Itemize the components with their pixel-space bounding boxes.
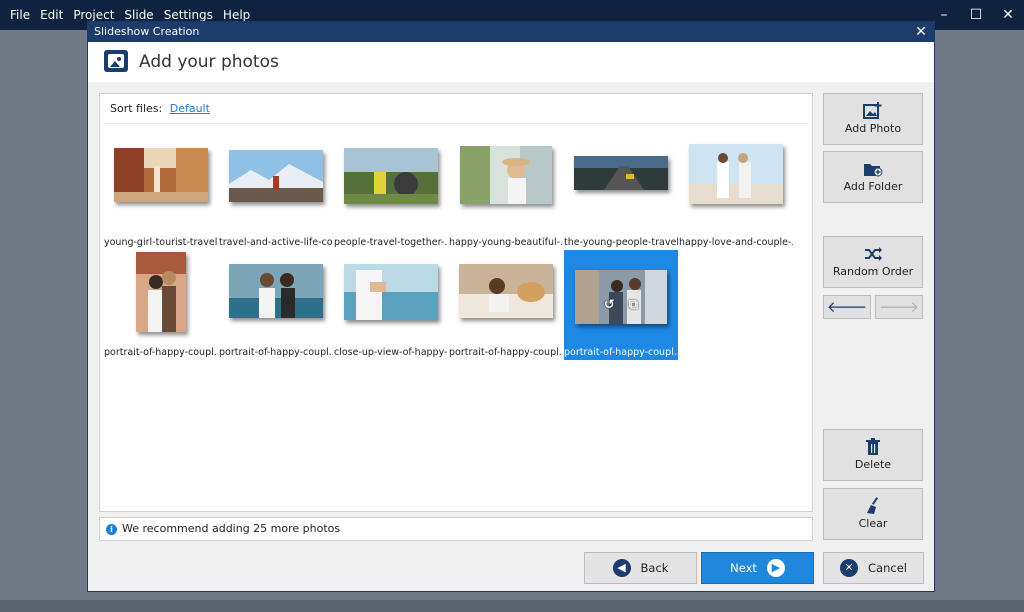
add-folder-button[interactable]: Add Folder (823, 151, 923, 203)
maximize-icon[interactable]: ☐ (960, 0, 992, 30)
dialog-header: Add your photos (88, 42, 934, 82)
sort-label: Sort files: (110, 102, 163, 115)
next-button[interactable]: Next ▶ (701, 552, 814, 584)
back-label: Back (640, 561, 669, 575)
back-button[interactable]: ◀ Back (584, 552, 697, 584)
info-bar: i We recommend adding 25 more photos (99, 517, 813, 541)
photo-caption: close-up-view-of-happy-... (334, 347, 448, 358)
delete-button[interactable]: Delete (823, 429, 923, 481)
photo-thumbnail (229, 150, 323, 202)
photo-caption: portrait-of-happy-coupl... (449, 347, 563, 358)
info-icon: i (106, 524, 117, 535)
menu-settings[interactable]: Settings (164, 8, 213, 22)
menu-help[interactable]: Help (223, 8, 250, 22)
photo-caption: happy-love-and-couple-... (679, 237, 793, 248)
photo-tile[interactable]: young-girl-tourist-travel... (104, 140, 218, 250)
photo-thumbnail (459, 264, 553, 318)
menu-project[interactable]: Project (73, 8, 114, 22)
crop-icon[interactable]: ⧉ (629, 298, 638, 313)
add-folder-label: Add Folder (843, 180, 903, 193)
photo-thumbnail (344, 264, 438, 320)
cancel-label: Cancel (868, 561, 907, 575)
menu-edit[interactable]: Edit (40, 8, 63, 22)
photo-tile[interactable]: the-young-people-travel... (564, 140, 678, 250)
next-label: Next (730, 561, 757, 575)
delete-label: Delete (854, 458, 892, 471)
menu-file[interactable]: File (10, 8, 30, 22)
photo-tile[interactable]: people-travel-together-... (334, 140, 448, 250)
thumb-overlay: ↺ ⧉ (604, 298, 638, 313)
dialog-titlebar: Slideshow Creation ✕ (88, 22, 934, 42)
photo-caption: happy-young-beautiful-... (449, 237, 563, 248)
photo-thumbnail (344, 148, 438, 204)
add-photo-button[interactable]: Add Photo (823, 93, 923, 145)
menu-slide[interactable]: Slide (124, 8, 153, 22)
arrow-left-icon: ◀ (612, 559, 631, 577)
trash-icon (866, 438, 880, 455)
photo-panel: Sort files: Default young-girl-tourist-t… (99, 93, 813, 512)
photo-caption: portrait-of-happy-coupl... (104, 347, 218, 358)
photo-tile[interactable]: portrait-of-happy-coupl... (219, 250, 333, 360)
photo-thumbnail (114, 148, 208, 202)
slideshow-dialog: Slideshow Creation ✕ Add your photos Sor… (87, 21, 935, 592)
sort-bar: Sort files: Default (104, 94, 808, 124)
close-window-icon[interactable]: ✕ (992, 0, 1024, 30)
random-order-button[interactable]: Random Order (823, 236, 923, 288)
photo-tile[interactable]: portrait-of-happy-coupl... (449, 250, 563, 360)
clear-button[interactable]: Clear (823, 488, 923, 540)
window-controls: – ☐ ✕ (928, 0, 1024, 30)
move-left-button[interactable]: 🡐 (823, 295, 871, 319)
add-photo-label: Add Photo (844, 122, 902, 135)
photo-icon (104, 50, 128, 72)
rotate-icon[interactable]: ↺ (604, 298, 615, 313)
photo-caption: the-young-people-travel... (564, 237, 678, 248)
add-folder-icon (864, 164, 883, 177)
photo-thumbnail (574, 156, 668, 190)
photo-tile[interactable]: close-up-view-of-happy-... (334, 250, 448, 360)
photo-tile[interactable]: happy-young-beautiful-... (449, 140, 563, 250)
photo-tile[interactable]: travel-and-active-life-co... (219, 140, 333, 250)
photo-tile[interactable]: happy-love-and-couple-... (679, 140, 793, 250)
clear-label: Clear (858, 517, 888, 530)
photo-caption: young-girl-tourist-travel... (104, 237, 218, 248)
arrow-left-icon: 🡐 (826, 298, 868, 316)
photo-thumbnail (460, 146, 552, 204)
cancel-icon: ✕ (840, 559, 859, 577)
photo-caption: portrait-of-happy-coupl... (564, 347, 678, 358)
photo-tile[interactable]: portrait-of-happy-coupl... (104, 250, 218, 360)
photo-thumbnail (689, 144, 783, 204)
cancel-button[interactable]: ✕ Cancel (823, 552, 924, 584)
page-title: Add your photos (139, 52, 279, 72)
photo-caption: travel-and-active-life-co... (219, 237, 333, 248)
dialog-title: Slideshow Creation (94, 25, 200, 38)
sort-default-link[interactable]: Default (170, 102, 210, 115)
shuffle-icon (865, 247, 882, 261)
dialog-close-icon[interactable]: ✕ (912, 22, 930, 42)
random-order-label: Random Order (832, 265, 914, 278)
arrow-right-icon: 🡒 (878, 298, 920, 316)
background-strip (0, 600, 1024, 612)
arrow-right-icon: ▶ (766, 559, 785, 577)
add-photo-icon (863, 102, 882, 119)
photo-caption: portrait-of-happy-coupl... (219, 347, 333, 358)
photo-thumbnail (229, 264, 323, 318)
photo-caption: people-travel-together-... (334, 237, 448, 248)
move-right-button[interactable]: 🡒 (875, 295, 923, 319)
photo-thumbnail (136, 252, 186, 332)
broom-icon (867, 497, 879, 514)
photo-tile-selected[interactable]: ↺ ⧉ portrait-of-happy-coupl... (564, 250, 678, 360)
info-text: We recommend adding 25 more photos (122, 522, 341, 535)
menu-bar: File Edit Project Slide Settings Help (10, 8, 250, 22)
